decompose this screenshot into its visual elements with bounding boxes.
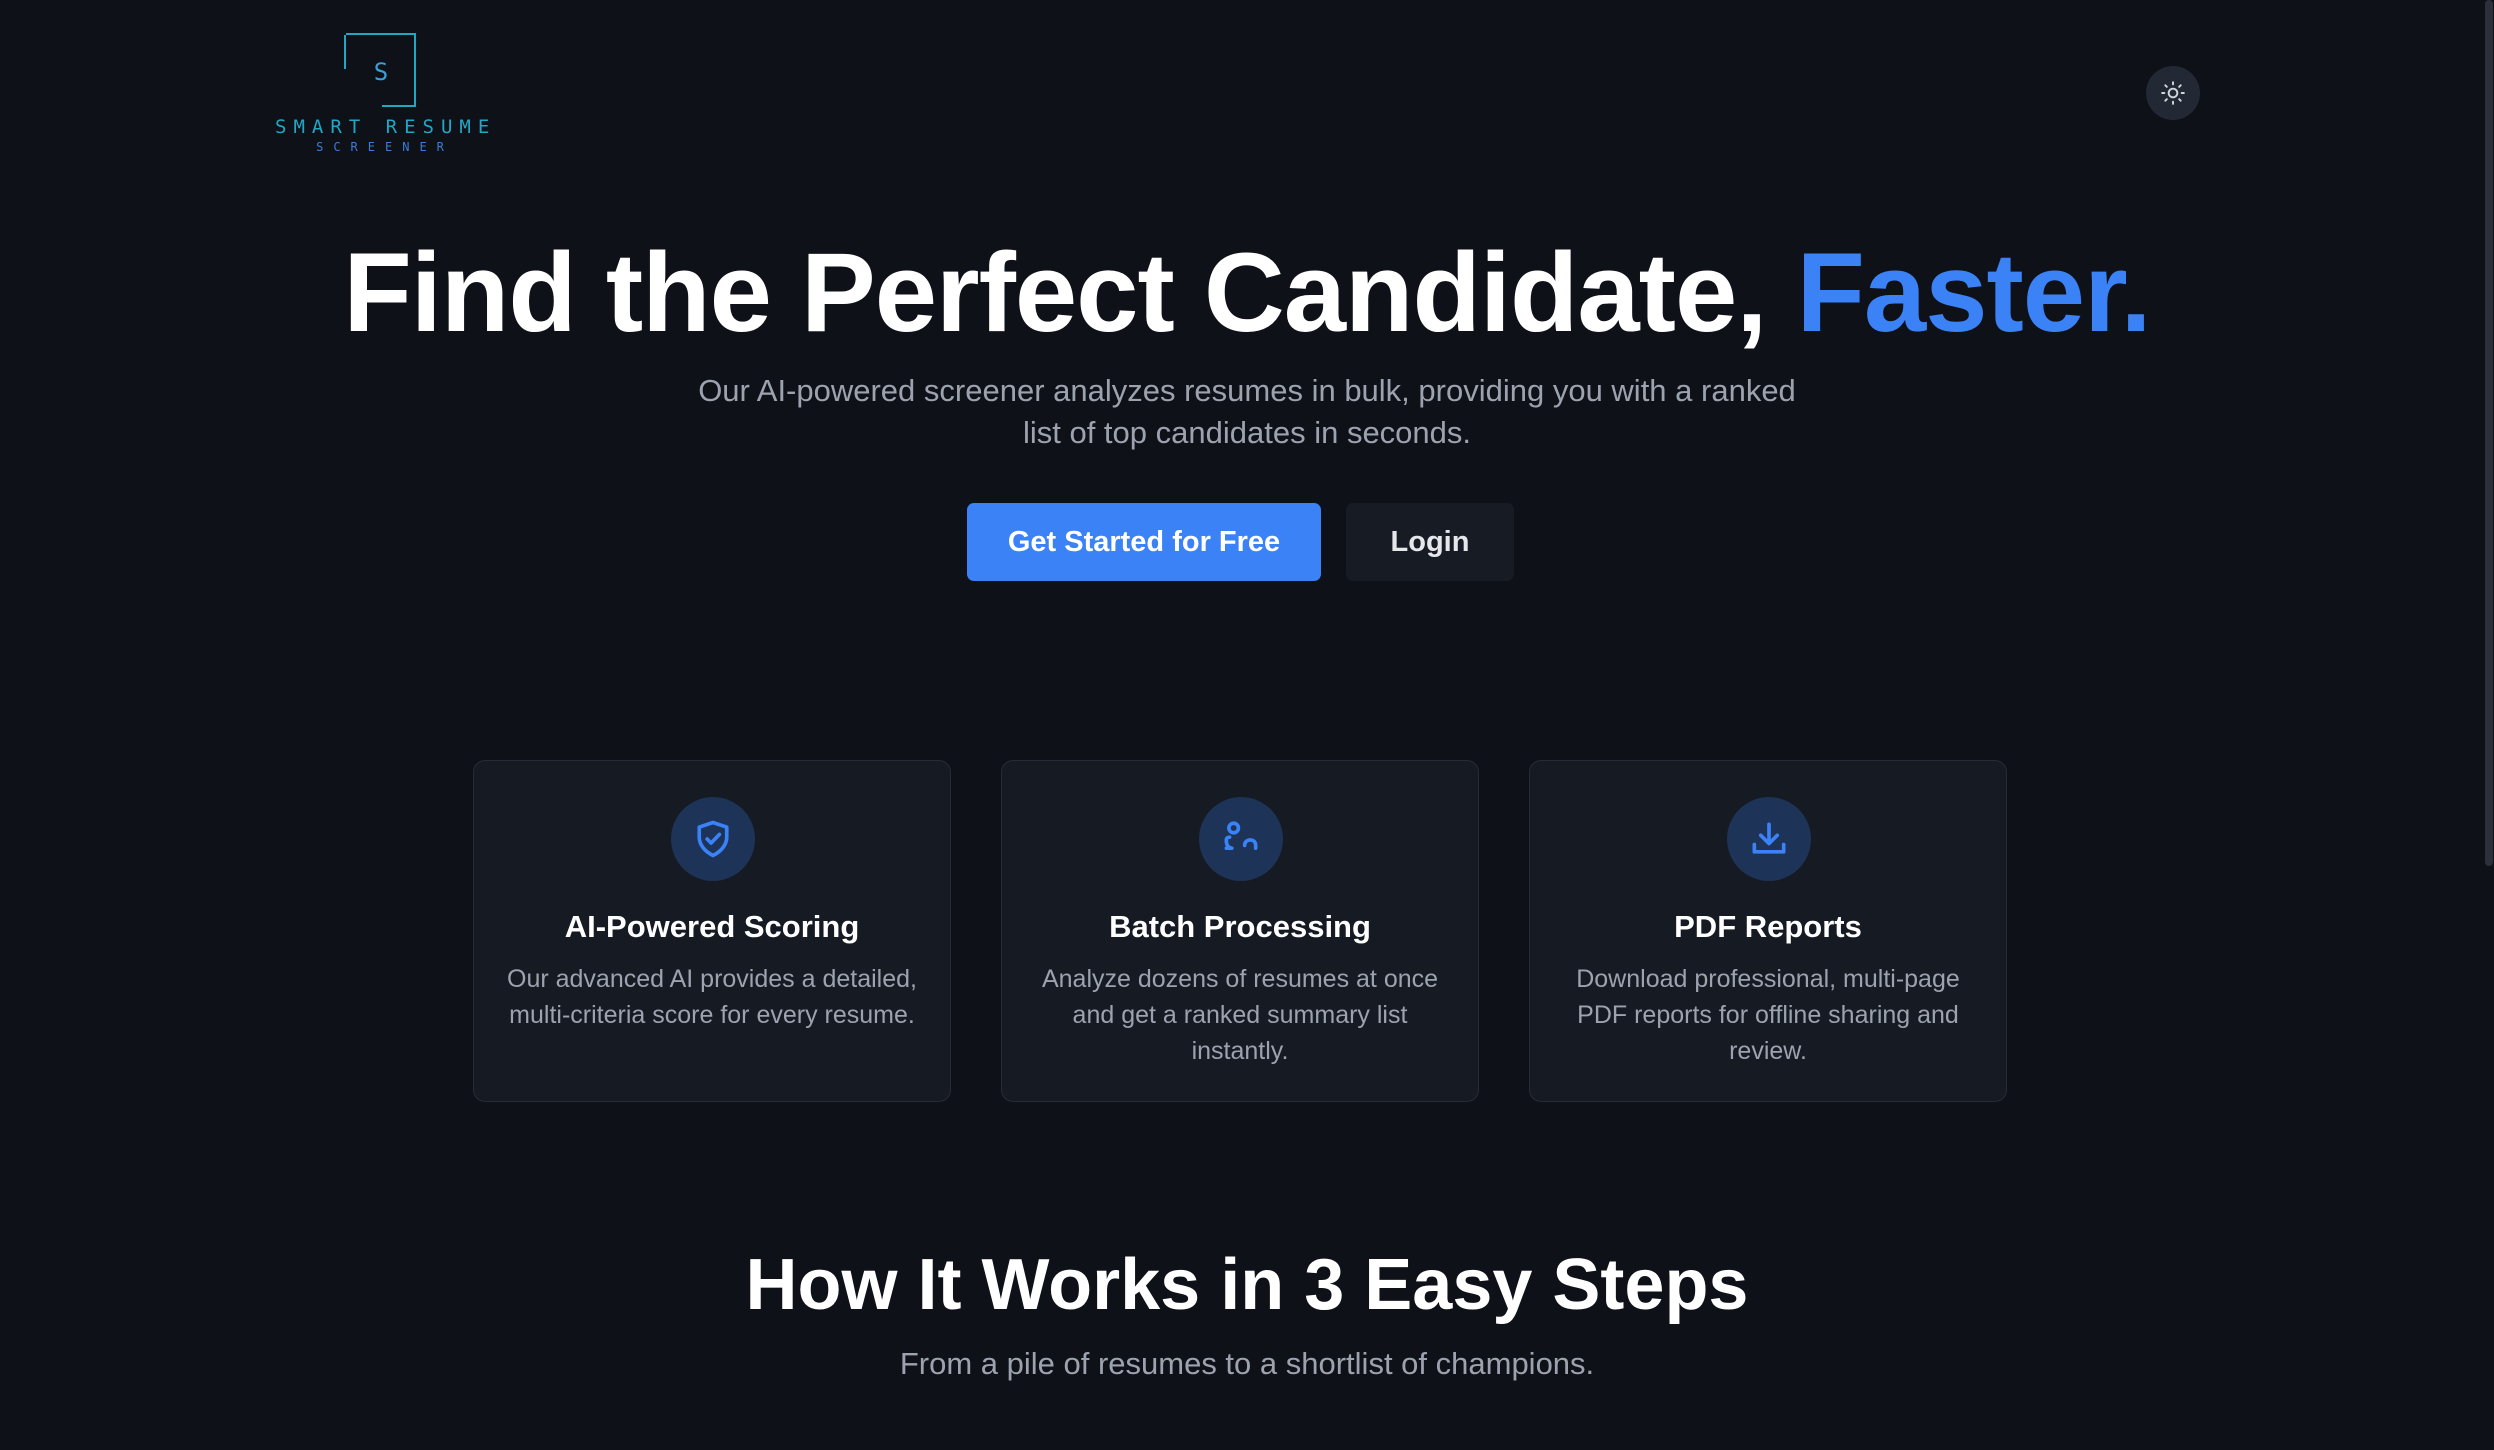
feature-icon-badge [671, 797, 755, 881]
feature-card-ai-scoring: AI-Powered Scoring Our advanced AI provi… [473, 760, 951, 1102]
hero-title: Find the Perfect Candidate, Faster. [0, 228, 2494, 358]
scrollbar-track[interactable] [2484, 0, 2494, 1450]
hero-title-accent: Faster. [1796, 230, 2152, 355]
feature-description: Download professional, multi-page PDF re… [1576, 965, 1960, 1065]
users-icon [1224, 821, 1258, 850]
landing-page: S SMART RESUME SCREENER Find the Perfect… [0, 0, 2494, 1450]
feature-icon-badge [1727, 797, 1811, 881]
feature-description: Analyze dozens of resumes at once and ge… [1041, 965, 1439, 1065]
shield-check-icon [697, 820, 729, 858]
feature-card-batch-processing: Batch Processing Analyze dozens of resum… [1001, 760, 1479, 1102]
theme-toggle-button[interactable] [2146, 66, 2200, 120]
hero-title-main: Find the Perfect Candidate, [343, 230, 1797, 355]
logo-subtitle: SCREENER [316, 140, 454, 154]
hero-subtitle: Our AI-powered screener analyzes resumes… [698, 373, 1796, 450]
sun-icon [2161, 81, 2185, 105]
feature-title: Batch Processing [1109, 909, 1371, 944]
feature-title: PDF Reports [1674, 909, 1862, 944]
feature-icon-badge [1199, 797, 1283, 881]
feature-card-pdf-reports: PDF Reports Download professional, multi… [1529, 760, 2007, 1102]
scrollbar-thumb[interactable] [2485, 0, 2493, 866]
feature-description: Our advanced AI provides a detailed, mul… [507, 965, 917, 1029]
logo-letter: S [373, 58, 389, 86]
login-button[interactable]: Login [1346, 503, 1514, 581]
download-icon [1752, 822, 1786, 854]
how-it-works-title: How It Works in 3 Easy Steps [745, 1245, 1749, 1325]
how-it-works-subtitle: From a pile of resumes to a shortlist of… [899, 1346, 1595, 1381]
logo-name: SMART RESUME [275, 116, 497, 138]
logo[interactable]: S SMART RESUME SCREENER [275, 30, 495, 160]
get-started-button[interactable]: Get Started for Free [967, 503, 1321, 581]
feature-title: AI-Powered Scoring [564, 909, 860, 944]
